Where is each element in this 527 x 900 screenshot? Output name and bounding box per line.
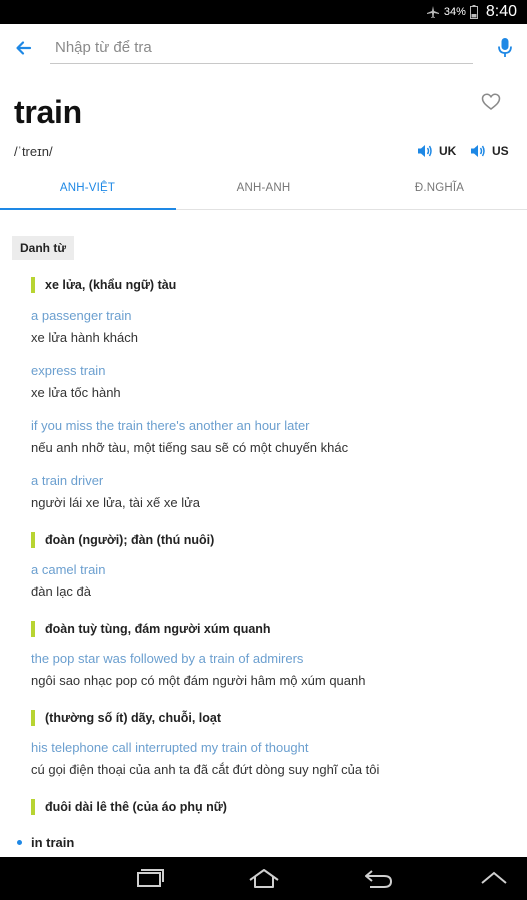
example-english: if you miss the train there's another an…	[31, 418, 310, 433]
status-bar: 34% 8:40	[0, 0, 527, 24]
chevron-up-icon	[481, 871, 507, 884]
sense-meaning-text: đoàn tuỳ tùng, đám người xúm quanh	[45, 622, 271, 636]
sense-meaning-text: (thường số ít) dãy, chuỗi, loạt	[45, 711, 222, 725]
example-translation: người lái xe lửa, tài xế xe lửa	[31, 495, 201, 510]
sense-meaning-text: đuôi dài lê thê (của áo phụ nữ)	[45, 800, 227, 814]
tab-dong-nghia[interactable]: Đ.NGHĨA	[352, 168, 527, 210]
sense-meaning: (thường số ít) dãy, chuỗi, loạt	[31, 709, 221, 727]
home-icon	[249, 869, 279, 888]
example-english: a train driver	[31, 473, 104, 488]
example-translation: nếu anh nhỡ tàu, một tiếng sau sẽ có một…	[31, 440, 349, 455]
example-translation: ngôi sao nhạc pop có một đám người hâm m…	[31, 673, 366, 688]
recent-apps-button[interactable]	[132, 867, 168, 891]
example-translation: xe lửa hành khách	[31, 330, 138, 345]
example-translation: xe lửa tốc hành	[31, 385, 121, 400]
example-translation: đàn lạc đà	[31, 584, 91, 599]
example-english: a camel train	[31, 562, 106, 577]
sense-meaning: đuôi dài lê thê (của áo phụ nữ)	[31, 798, 227, 816]
battery-percent: 34%	[443, 6, 466, 18]
example-translation: cú gọi điện thoại của anh ta đã cắt đứt …	[31, 762, 380, 777]
back-button[interactable]	[12, 36, 38, 60]
status-icons: 34% 8:40	[426, 0, 517, 24]
search-bar	[0, 24, 527, 72]
speaker-icon	[418, 145, 432, 157]
sense-meaning-text: xe lửa, (khẩu ngữ) tàu	[45, 278, 177, 292]
sense-marker	[31, 277, 35, 293]
sense-meaning: đoàn tuỳ tùng, đám người xúm quanh	[31, 620, 271, 638]
back-nav-button[interactable]	[360, 867, 396, 891]
tab-anh-anh[interactable]: ANH-ANH	[176, 168, 351, 210]
bullet-dot-icon	[17, 839, 22, 845]
battery-icon	[469, 5, 478, 19]
headword: train	[14, 94, 82, 130]
speaker-icon	[471, 145, 485, 157]
recent-apps-icon	[137, 869, 164, 887]
back-icon	[365, 870, 392, 888]
dictionary-tabs: ANH-VIỆT ANH-ANH Đ.NGHĨA	[0, 168, 527, 210]
home-button[interactable]	[246, 867, 282, 891]
definition-content[interactable]: Danh từ xe lửa, (khẩu ngữ) tàu a passeng…	[0, 211, 527, 857]
idiom-item[interactable]: in train	[17, 833, 74, 851]
example-english: his telephone call interrupted my train …	[31, 740, 309, 755]
phonetic-transcription: /ˈtreɪn/	[14, 144, 53, 159]
sense-meaning-text: đoàn (người); đàn (thú nuôi)	[45, 533, 215, 547]
sense-marker	[31, 710, 35, 726]
example-english: express train	[31, 363, 106, 378]
heart-outline-icon	[481, 93, 501, 110]
pronounce-us-button[interactable]: US	[470, 141, 509, 161]
sense-marker	[31, 621, 35, 637]
expand-up-button[interactable]	[476, 867, 512, 891]
example-english: a passenger train	[31, 308, 132, 323]
favorite-button[interactable]	[481, 92, 501, 112]
sense-marker	[31, 799, 35, 815]
pronounce-us-label: US	[492, 144, 509, 158]
idiom-text: in train	[31, 834, 75, 850]
airplane-mode-icon	[426, 5, 440, 19]
pronounce-uk-label: UK	[439, 144, 457, 158]
example-english: the pop star was followed by a train of …	[31, 651, 304, 666]
microphone-icon	[498, 38, 512, 57]
search-input[interactable]	[50, 32, 473, 64]
sense-meaning: đoàn (người); đàn (thú nuôi)	[31, 531, 214, 549]
tab-anh-viet[interactable]: ANH-VIỆT	[0, 168, 175, 210]
pronounce-uk-button[interactable]: UK	[417, 141, 456, 161]
part-of-speech-tag: Danh từ	[12, 236, 75, 260]
back-arrow-icon	[16, 41, 32, 55]
clock: 8:40	[485, 3, 517, 20]
active-tab-indicator	[0, 208, 176, 210]
voice-search-button[interactable]	[497, 36, 513, 60]
sense-meaning: xe lửa, (khẩu ngữ) tàu	[31, 276, 176, 294]
navigation-bar	[0, 857, 527, 900]
sense-marker	[31, 532, 35, 548]
